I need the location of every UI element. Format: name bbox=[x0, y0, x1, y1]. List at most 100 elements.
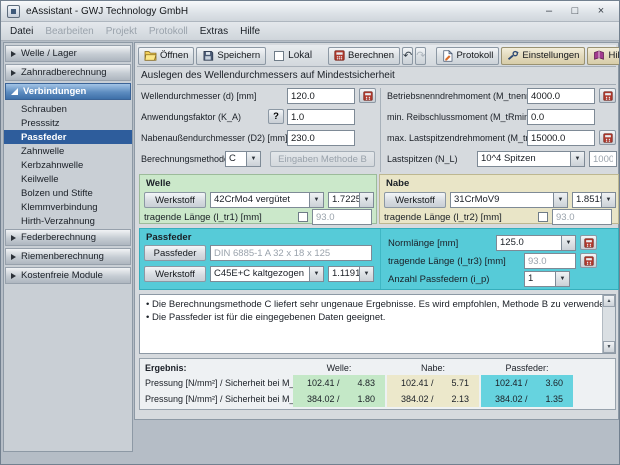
nabe-material-number-select[interactable]: 1.8519 ▼ bbox=[572, 192, 616, 208]
norm-length-calculator-button[interactable] bbox=[580, 235, 597, 250]
sidebar-category-verbindungen[interactable]: Verbindungen bbox=[5, 83, 131, 100]
safety-value: 3.60 bbox=[545, 378, 563, 388]
nabe-length-label: tragende Länge (l_tr2) [mm] bbox=[384, 212, 502, 223]
welle-material-number-select[interactable]: 1.7225 ▼ bbox=[328, 192, 374, 208]
open-button[interactable]: Öffnen bbox=[138, 46, 195, 65]
result-cell-passfeder-tnenn: 102.41 / 3.60 bbox=[481, 375, 573, 391]
calc-method-select[interactable]: C ▼ bbox=[225, 151, 261, 167]
help-label: Hilfe bbox=[608, 50, 620, 61]
undo-button[interactable]: ↶ bbox=[402, 46, 414, 65]
close-button[interactable]: × bbox=[593, 2, 609, 20]
menu-extras[interactable]: Extras bbox=[194, 26, 234, 37]
load-peaks-select[interactable]: 10^4 Spitzen ▼ bbox=[477, 151, 585, 167]
chevron-right-icon bbox=[11, 69, 16, 76]
notes-scrollbar[interactable]: ▲ ▼ bbox=[602, 295, 615, 353]
nominal-torque-input[interactable] bbox=[527, 88, 595, 104]
pressure-value: 384.02 / bbox=[307, 394, 340, 404]
section-divider bbox=[137, 84, 616, 85]
hub-outer-diameter-input[interactable] bbox=[287, 130, 355, 146]
passfeder-material-number-select[interactable]: 1.1191 ▼ bbox=[328, 266, 374, 282]
nominal-torque-calculator-button[interactable] bbox=[599, 88, 616, 103]
maximize-button[interactable]: □ bbox=[567, 2, 583, 20]
norm-length-select[interactable]: 125.0 ▼ bbox=[496, 235, 576, 251]
chevron-down-icon: ▼ bbox=[246, 152, 260, 166]
sidebar-category-zahnradberechnung[interactable]: Zahnradberechnung bbox=[5, 64, 131, 81]
welle-material-select[interactable]: 42CrMo4 vergütet ▼ bbox=[210, 192, 324, 208]
bullet: • bbox=[146, 299, 150, 310]
title-bar: eAssistant - GWJ Technology GmbH – □ × bbox=[1, 1, 619, 22]
application-factor-help-button[interactable]: ? bbox=[268, 109, 284, 124]
nabe-length-input bbox=[552, 209, 612, 225]
sidebar-item-keilwelle[interactable]: Keilwelle bbox=[4, 172, 132, 186]
content-area: Auslegen des Wellendurchmessers auf Mind… bbox=[137, 68, 619, 417]
undo-icon: ↶ bbox=[403, 50, 413, 62]
application-factor-input[interactable] bbox=[287, 109, 355, 125]
max-peak-torque-calculator-button[interactable] bbox=[599, 130, 616, 145]
passfeder-material-number-value: 1.1191 bbox=[332, 268, 359, 279]
menu-datei[interactable]: Datei bbox=[4, 26, 39, 37]
settings-button[interactable]: Einstellungen bbox=[501, 46, 586, 65]
passfeder-select-button[interactable]: Passfeder bbox=[144, 245, 206, 261]
sidebar-item-passfeder[interactable]: Passfeder bbox=[4, 130, 132, 144]
category-label: Federberechnung bbox=[21, 232, 96, 243]
result-cell-welle-tmax: 384.02 / 1.80 bbox=[293, 391, 385, 407]
sidebar-item-klemmverbindung[interactable]: Klemmverbindung bbox=[4, 200, 132, 214]
chevron-down-icon: ▼ bbox=[359, 193, 373, 207]
local-checkbox[interactable] bbox=[274, 50, 285, 61]
shaft-diameter-calculator-button[interactable] bbox=[359, 88, 376, 103]
bearing-length-calculator-button[interactable] bbox=[580, 253, 597, 268]
form-column-divider bbox=[380, 88, 381, 172]
minimize-button[interactable]: – bbox=[541, 2, 557, 20]
nabe-length-checkbox[interactable] bbox=[538, 212, 548, 222]
document-icon bbox=[443, 49, 454, 62]
sidebar-category-federberechnung[interactable]: Federberechnung bbox=[5, 229, 131, 246]
max-peak-torque-input[interactable] bbox=[527, 130, 595, 146]
results-column-passfeder: Passfeder: bbox=[505, 363, 549, 373]
sidebar-category-riemenberechnung[interactable]: Riemenberechnung bbox=[5, 248, 131, 265]
key-count-label: Anzahl Passfedern (i_p) bbox=[388, 274, 490, 285]
safety-value: 4.83 bbox=[357, 378, 375, 388]
min-friction-torque-input[interactable] bbox=[527, 109, 595, 125]
welle-werkstoff-button[interactable]: Werkstoff bbox=[144, 192, 206, 208]
calculator-icon bbox=[362, 90, 373, 101]
menu-hilfe[interactable]: Hilfe bbox=[234, 26, 266, 37]
chevron-down-icon: ▼ bbox=[561, 236, 575, 250]
passfeder-werkstoff-button[interactable]: Werkstoff bbox=[144, 266, 206, 282]
redo-button: ↷ bbox=[415, 46, 427, 65]
passfeder-panel-divider bbox=[380, 229, 381, 289]
passfeder-material-select[interactable]: C45E+C kaltgezogen ▼ bbox=[210, 266, 324, 282]
sidebar-item-kerbzahnwelle[interactable]: Kerbzahnwelle bbox=[4, 158, 132, 172]
protocol-button[interactable]: Protokoll bbox=[436, 46, 500, 65]
chevron-down-icon: ▼ bbox=[359, 267, 373, 281]
sidebar-category-welle-lager[interactable]: Welle / Lager bbox=[5, 45, 131, 62]
sidebar-category-kostenfreie-module[interactable]: Kostenfreie Module bbox=[5, 267, 131, 284]
passfeder-panel-title: Passfeder bbox=[146, 232, 192, 243]
key-count-value: 1 bbox=[528, 273, 534, 284]
welle-length-checkbox[interactable] bbox=[298, 212, 308, 222]
save-button[interactable]: Speichern bbox=[196, 46, 267, 65]
note-line: • Die Berechnungsmethode C liefert sehr … bbox=[146, 299, 612, 310]
notes-box: • Die Berechnungsmethode C liefert sehr … bbox=[139, 294, 616, 354]
safety-value: 2.13 bbox=[451, 394, 469, 404]
help-button[interactable]: Hilfe bbox=[587, 46, 620, 65]
passfeder-bearing-length-label: tragende Länge (l_tr3) [mm] bbox=[388, 256, 506, 267]
save-label: Speichern bbox=[217, 50, 261, 61]
passfeder-bearing-length-input bbox=[524, 253, 576, 269]
nabe-material-select[interactable]: 31CrMoV9 ▼ bbox=[450, 192, 568, 208]
sidebar-item-zahnwelle[interactable]: Zahnwelle bbox=[4, 144, 132, 158]
sidebar-item-hirth-verzahnung[interactable]: Hirth-Verzahnung bbox=[4, 214, 132, 228]
results-column-nabe: Nabe: bbox=[420, 363, 446, 373]
nabe-werkstoff-button[interactable]: Werkstoff bbox=[384, 192, 446, 208]
sidebar-item-schrauben[interactable]: Schrauben bbox=[4, 102, 132, 116]
calculate-button[interactable]: Berechnen bbox=[328, 46, 400, 65]
key-count-select[interactable]: 1 ▼ bbox=[524, 271, 570, 287]
welle-length-label: tragende Länge (l_tr1) [mm] bbox=[144, 212, 262, 223]
sidebar-item-presssitz[interactable]: Presssitz bbox=[4, 116, 132, 130]
shaft-diameter-input[interactable] bbox=[287, 88, 355, 104]
scroll-down-icon[interactable]: ▼ bbox=[603, 341, 615, 353]
redo-icon: ↷ bbox=[416, 50, 426, 62]
scroll-up-icon[interactable]: ▲ bbox=[603, 295, 615, 307]
nabe-material-value: 31CrMoV9 bbox=[454, 194, 500, 205]
sidebar-item-bolzen-und-stifte[interactable]: Bolzen und Stifte bbox=[4, 186, 132, 200]
hub-outer-diameter-label: Nabenaußendurchmesser (D2) [mm] bbox=[141, 133, 288, 143]
